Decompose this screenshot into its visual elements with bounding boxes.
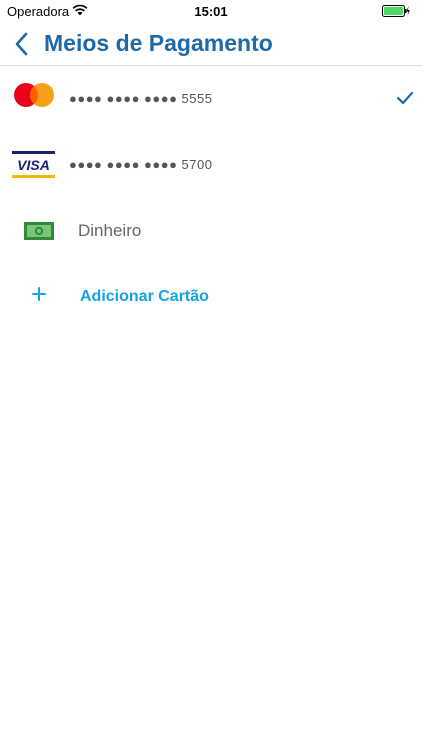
visa-icon: VISA [12, 151, 55, 178]
payment-method-cash[interactable]: Dinheiro [0, 198, 422, 264]
navigation-bar: Meios de Pagamento [0, 22, 422, 66]
chevron-left-icon[interactable] [12, 30, 34, 58]
payment-method-mastercard[interactable]: ●●●● ●●●● ●●●● 5555 [0, 66, 422, 132]
cash-label: Dinheiro [78, 221, 142, 240]
cash-icon [24, 222, 54, 240]
card-number-mastercard: ●●●● ●●●● ●●●● 5555 [69, 91, 213, 106]
payment-methods-screen: Operadora 15:01 Meios de Pagamento ●●●● … [0, 0, 422, 750]
status-time: 15:01 [194, 4, 228, 19]
mastercard-icon [14, 83, 54, 107]
plus-icon [32, 287, 46, 301]
visa-logo-text: VISA [17, 157, 50, 173]
page-title: Meios de Pagamento [44, 30, 273, 56]
status-bar: Operadora 15:01 [0, 0, 422, 22]
battery-icon [382, 5, 410, 17]
add-card-label: Adicionar Cartão [80, 288, 209, 305]
card-number-visa: ●●●● ●●●● ●●●● 5700 [69, 157, 213, 172]
add-card-button[interactable]: Adicionar Cartão [0, 264, 422, 330]
payment-method-visa[interactable]: VISA ●●●● ●●●● ●●●● 5700 [0, 132, 422, 198]
checkmark-icon [396, 91, 414, 105]
